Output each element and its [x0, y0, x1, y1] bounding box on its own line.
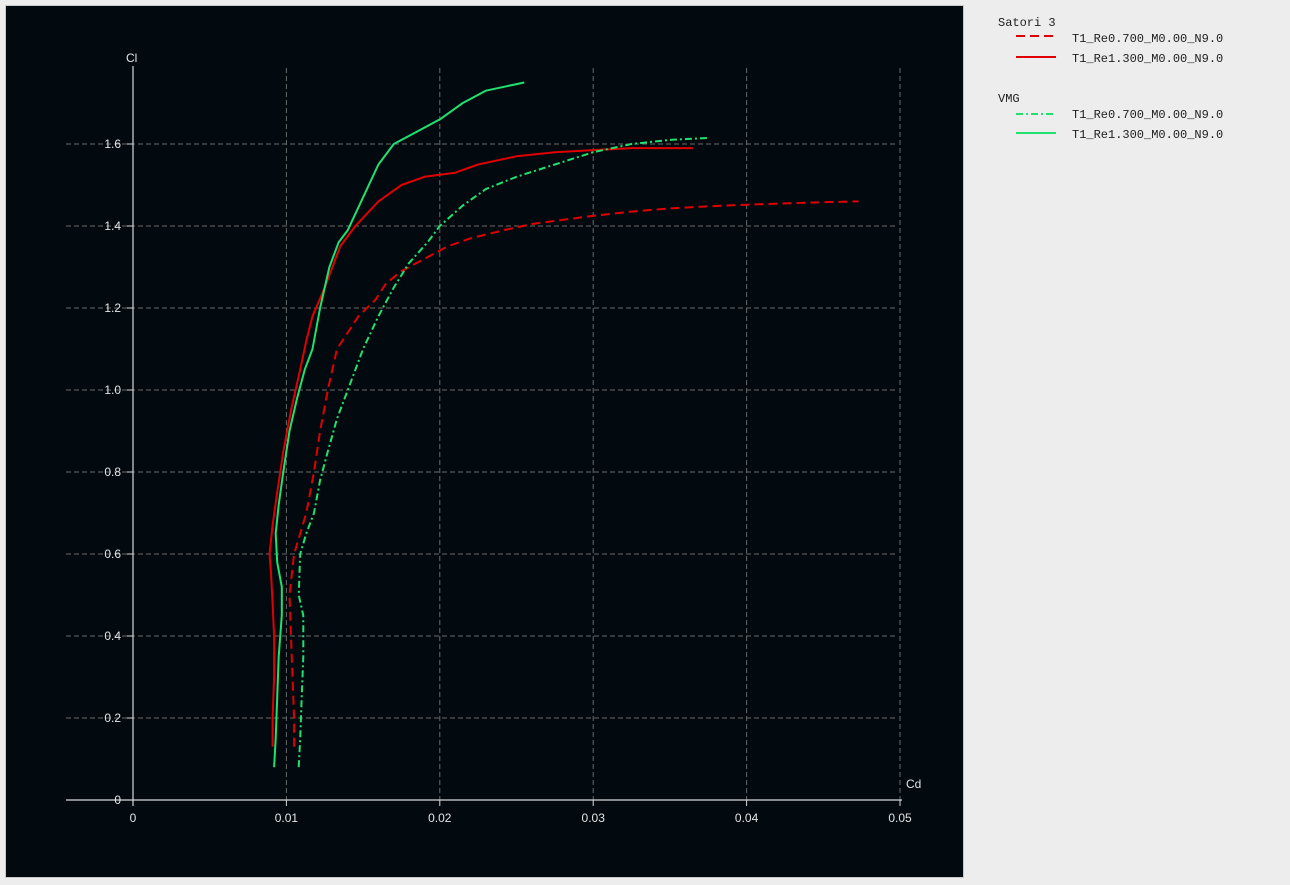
series-line-vmg-0[interactable]	[297, 136, 709, 768]
grid	[66, 68, 901, 800]
legend-swatch	[1016, 132, 1056, 134]
legend-entry[interactable]: T1_Re0.700_M0.00_N9.0	[1072, 108, 1223, 122]
legend-swatch	[1016, 35, 1056, 37]
x-tick-label: 0.02	[428, 811, 452, 825]
axes: 0 0.01 0.02 0.03 0.04 0.05 0 0.2 0.4 0.6 0.8 1.0 1.2…	[66, 51, 921, 825]
y-tick-label: 0.8	[104, 465, 121, 479]
y-tick-label: 1.2	[104, 301, 121, 315]
x-tick-label: 0.04	[735, 811, 759, 825]
legend-entry[interactable]: T1_Re0.700_M0.00_N9.0	[1072, 32, 1223, 46]
legend-swatch	[1016, 113, 1056, 115]
y-tick-label: 0.2	[104, 711, 121, 725]
polar-viewer: 0 0.01 0.02 0.03 0.04 0.05 0 0.2 0.4 0.6 0.8 1.0 1.2…	[0, 0, 1290, 885]
series-line-vmg-1[interactable]	[273, 81, 525, 768]
series-lines	[268, 81, 859, 768]
x-axis-label: Cd	[906, 777, 921, 791]
legend-swatch	[1016, 56, 1056, 58]
x-tick-label: 0.03	[582, 811, 606, 825]
x-tick-label: 0.05	[888, 811, 912, 825]
legend-group-satori-3: Satori 3	[998, 16, 1056, 30]
y-tick-label: 1.6	[104, 137, 121, 151]
legend-entry[interactable]: T1_Re1.300_M0.00_N9.0	[1072, 52, 1223, 66]
y-tick-label: 0.6	[104, 547, 121, 561]
y-tick-label: 0	[114, 793, 121, 807]
x-tick-label: 0.01	[275, 811, 299, 825]
series-line-satori-3-0[interactable]	[288, 200, 859, 747]
cl-cd-chart: 0 0.01 0.02 0.03 0.04 0.05 0 0.2 0.4 0.6 0.8 1.0 1.2…	[66, 51, 921, 825]
y-tick-label: 1.4	[104, 219, 121, 233]
legend-group-vmg: VMG	[998, 92, 1020, 106]
series-line-satori-3-1[interactable]	[268, 147, 693, 747]
y-axis-label: Cl	[126, 51, 137, 65]
legend-entry[interactable]: T1_Re1.300_M0.00_N9.0	[1072, 128, 1223, 142]
legend-panel: Satori 3 T1_Re0.700_M0.00_N9.0 T1_Re1.30…	[966, 0, 1290, 885]
y-tick-label: 1.0	[104, 383, 121, 397]
x-tick-label: 0	[130, 811, 137, 825]
y-tick-label: 0.4	[104, 629, 121, 643]
